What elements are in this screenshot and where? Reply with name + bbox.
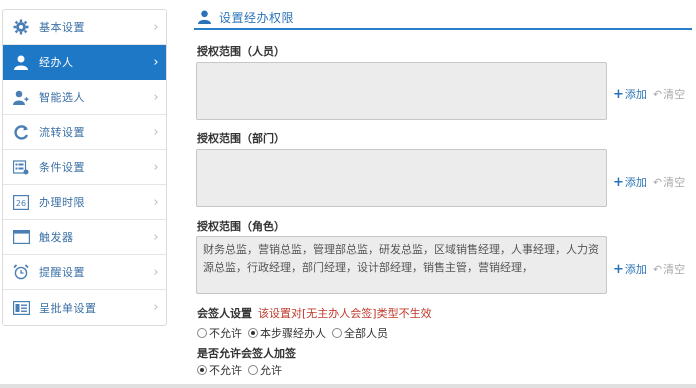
chevron-right-icon: › (153, 229, 159, 245)
undo-icon: ↶ (652, 262, 663, 276)
countersign-note: 该设置对[无主办人会签]类型不生效 (258, 307, 432, 320)
people-scope-field[interactable] (196, 62, 607, 120)
department-scope-actions: + 添加 ↶ 清空 (613, 174, 685, 190)
add-label: 添加 (624, 263, 647, 276)
radio-button[interactable] (197, 328, 207, 338)
alarm-icon (3, 264, 39, 280)
radio-button[interactable] (332, 328, 342, 338)
sidebar-item-flow-settings[interactable]: 流转设置 › (3, 115, 166, 150)
window-icon (3, 230, 39, 244)
department-scope-label: 授权范围（部门） (197, 132, 285, 145)
add-label: 添加 (624, 88, 647, 101)
sidebar-item-label: 经办人 (39, 56, 74, 69)
radio-label: 不允许 (209, 364, 242, 377)
radio-label: 本步骤经办人 (260, 327, 326, 340)
sidebar-item-reminder[interactable]: 提醒设置 › (3, 255, 166, 290)
add-people-button[interactable]: + 添加 (613, 86, 647, 102)
sidebar-item-label: 提醒设置 (39, 266, 85, 279)
sidebar: 基本设置 › 经办人 › 智能选人 › 流转设置 › 条件设置 › 26 办理时… (2, 9, 167, 326)
add-label: 添加 (624, 176, 647, 189)
sidebar-item-label: 条件设置 (39, 161, 85, 174)
chevron-right-icon: › (153, 124, 159, 140)
chevron-right-icon: › (153, 89, 159, 105)
sidebar-item-handler[interactable]: 经办人 › (3, 45, 166, 80)
role-scope-field[interactable]: 财务总监，营销总监，管理部总监，研发总监，区域销售经理，人事经理，人力资源总监，… (196, 236, 607, 294)
countersign-option-not-allowed[interactable]: 不允许 (197, 325, 242, 341)
svg-text:26: 26 (16, 199, 26, 208)
sidebar-item-trigger[interactable]: 触发器 › (3, 220, 166, 255)
allow-add-sign-radio-group: 不允许 允许 (197, 362, 288, 378)
radio-label: 不允许 (209, 327, 242, 340)
sidebar-item-approval-form[interactable]: 呈批单设置 › (3, 290, 166, 325)
plus-icon: + (613, 86, 624, 102)
clear-label: 清空 (663, 88, 686, 101)
radio-label: 允许 (260, 364, 282, 377)
undo-icon: ↶ (652, 87, 663, 101)
add-department-button[interactable]: + 添加 (613, 174, 647, 190)
gear-icon (3, 19, 39, 35)
sidebar-item-time-limit[interactable]: 26 办理时限 › (3, 185, 166, 220)
people-scope-label: 授权范围（人员） (197, 45, 285, 58)
plus-icon: + (613, 174, 624, 190)
sidebar-item-label: 智能选人 (39, 91, 85, 104)
countersign-radio-group: 不允许 本步骤经办人 全部人员 (197, 325, 394, 341)
radio-button[interactable] (248, 365, 258, 375)
sidebar-item-label: 办理时限 (39, 196, 85, 209)
section-header: 设置经办权限 (194, 6, 692, 30)
countersign-settings: 会签人设置 该设置对[无主办人会签]类型不生效 (197, 305, 432, 321)
sidebar-item-condition-settings[interactable]: 条件设置 › (3, 150, 166, 185)
radio-label: 全部人员 (344, 327, 388, 340)
radio-button[interactable] (197, 365, 207, 375)
chevron-right-icon: › (153, 194, 159, 210)
condition-icon (3, 159, 39, 175)
clear-department-button[interactable]: ↶ 清空 (653, 174, 685, 190)
countersign-option-all[interactable]: 全部人员 (332, 325, 388, 341)
undo-icon: ↶ (652, 175, 663, 189)
countersign-label: 会签人设置 (197, 307, 252, 320)
clear-label: 清空 (663, 176, 686, 189)
bottom-divider (0, 384, 696, 388)
user-add-icon (3, 90, 39, 105)
chevron-right-icon: › (153, 300, 159, 315)
role-scope-label: 授权范围（角色） (197, 220, 285, 233)
radio-button[interactable] (248, 328, 258, 338)
clear-label: 清空 (663, 263, 686, 276)
allow-add-sign-label: 是否允许会签人加签 (197, 347, 296, 360)
chevron-right-icon: › (153, 54, 159, 70)
page-title: 设置经办权限 (219, 10, 295, 25)
calendar-icon: 26 (3, 194, 39, 210)
add-sign-option-not-allowed[interactable]: 不允许 (197, 362, 242, 378)
user-icon (3, 55, 39, 70)
sidebar-item-label: 呈批单设置 (39, 301, 97, 315)
plus-icon: + (613, 261, 624, 277)
clear-role-button[interactable]: ↶ 清空 (653, 261, 685, 277)
chevron-right-icon: › (153, 19, 159, 35)
sidebar-item-basic-settings[interactable]: 基本设置 › (3, 10, 166, 45)
sidebar-item-label: 流转设置 (39, 126, 85, 139)
chevron-right-icon: › (153, 159, 159, 175)
add-sign-option-allowed[interactable]: 允许 (248, 362, 282, 378)
sidebar-item-smart-select[interactable]: 智能选人 › (3, 80, 166, 115)
people-scope-actions: + 添加 ↶ 清空 (613, 86, 685, 102)
refresh-icon (3, 124, 39, 140)
user-icon (198, 10, 211, 24)
sidebar-item-label: 基本设置 (39, 21, 85, 34)
sidebar-item-label: 触发器 (39, 231, 74, 244)
clear-people-button[interactable]: ↶ 清空 (653, 86, 685, 102)
countersign-option-step-handler[interactable]: 本步骤经办人 (248, 325, 326, 341)
role-scope-actions: + 添加 ↶ 清空 (613, 261, 685, 277)
form-icon (3, 300, 39, 315)
add-role-button[interactable]: + 添加 (613, 261, 647, 277)
department-scope-field[interactable] (196, 149, 607, 207)
chevron-right-icon: › (153, 264, 159, 280)
